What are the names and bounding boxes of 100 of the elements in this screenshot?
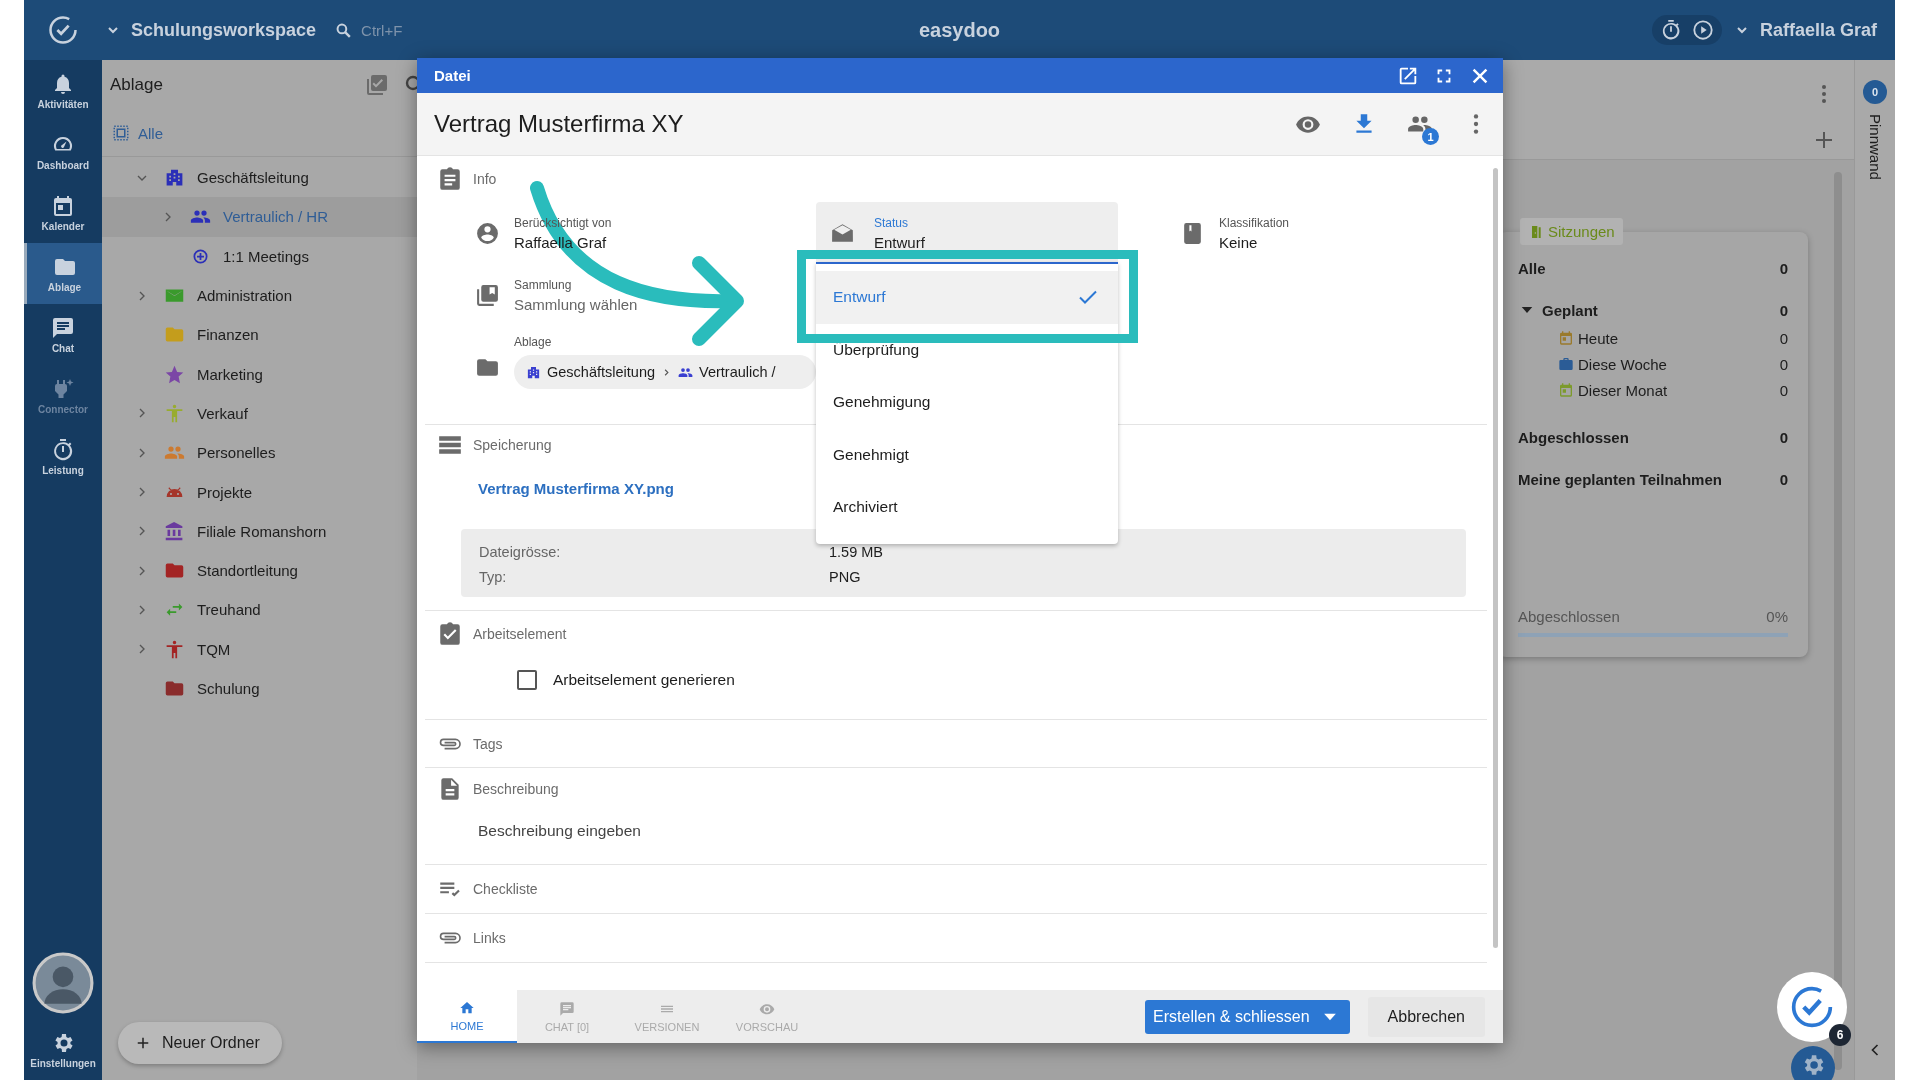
folder-name: TQM bbox=[197, 640, 231, 658]
menu-option[interactable]: Genehmigung bbox=[816, 376, 1118, 429]
folder-name: Vertraulich / HR bbox=[223, 208, 329, 226]
detail-value: PNG bbox=[829, 568, 861, 585]
nav-item[interactable]: Ablage bbox=[24, 243, 102, 304]
tree-item[interactable]: Finanzen bbox=[102, 315, 417, 355]
collection-icon bbox=[475, 282, 500, 308]
folder-path-chip[interactable]: Geschäftsleitung Vertraulich / bbox=[514, 355, 816, 389]
session-filter[interactable]: Geplant bbox=[1542, 301, 1768, 319]
tree-item[interactable]: Treuhand bbox=[102, 590, 417, 630]
count-badge: 0 bbox=[1863, 80, 1887, 104]
tree-item[interactable]: TQM bbox=[102, 629, 417, 669]
description-field[interactable]: Beschreibung eingeben bbox=[478, 822, 641, 840]
bottom-tab[interactable]: HOME bbox=[417, 990, 517, 1043]
document-title: Vertrag Musterfirma XY bbox=[434, 110, 685, 138]
play-icon[interactable] bbox=[1691, 19, 1714, 41]
tree-item[interactable]: Administration bbox=[102, 275, 417, 316]
section-heading: Speicherung bbox=[473, 437, 552, 453]
menu-option[interactable]: Archiviert bbox=[816, 481, 1118, 534]
notification-badge: 6 bbox=[1829, 1024, 1851, 1046]
tree-item[interactable]: Personelles bbox=[102, 433, 417, 473]
section-heading: Checkliste bbox=[473, 881, 538, 897]
nav-item[interactable]: Dashboard bbox=[24, 121, 102, 182]
session-count: 0 bbox=[1778, 470, 1788, 488]
folder-name: Geschäftsleitung bbox=[197, 169, 309, 187]
session-filter[interactable]: Diese Woche bbox=[1578, 355, 1768, 373]
workspace-name[interactable]: Schulungsworkspace bbox=[131, 19, 317, 41]
select-all-icon[interactable] bbox=[112, 124, 130, 142]
file-link[interactable]: Vertrag Musterfirma XY.png bbox=[478, 479, 674, 497]
session-filter[interactable]: Dieser Monat bbox=[1578, 381, 1768, 399]
detail-label: Dateigrösse: bbox=[479, 543, 562, 560]
detail-value: 1.59 MB bbox=[829, 543, 883, 560]
create-and-close-button[interactable]: Erstellen & schliessen bbox=[1145, 999, 1350, 1034]
session-filter[interactable]: Alle bbox=[1518, 259, 1768, 277]
settings-button[interactable]: Einstellungen bbox=[24, 1020, 102, 1080]
field-label: Sammlung bbox=[514, 277, 573, 292]
path-label: Vertraulich / bbox=[699, 364, 776, 380]
field-label: Klassifikation bbox=[1219, 215, 1290, 230]
session-count: 0 bbox=[1778, 355, 1788, 373]
detail-label: Typ: bbox=[479, 568, 508, 585]
folder-name: Filiale Romanshorn bbox=[197, 522, 327, 540]
tree-item[interactable]: Standortleitung bbox=[102, 550, 417, 591]
chat-icon bbox=[51, 315, 75, 340]
section-heading: Arbeitselement bbox=[473, 626, 567, 642]
calendar-icon bbox=[51, 193, 75, 218]
tree-item[interactable]: Marketing bbox=[102, 354, 417, 394]
panel-title: Ablage bbox=[110, 75, 164, 95]
scrollbar[interactable] bbox=[1834, 172, 1842, 1070]
section-heading: Beschreibung bbox=[473, 781, 559, 797]
avatar[interactable] bbox=[32, 952, 94, 1014]
collection-field[interactable]: Sammlung wählen bbox=[514, 295, 638, 313]
tree-item[interactable]: Verkauf bbox=[102, 393, 417, 434]
session-filter[interactable]: Heute bbox=[1578, 329, 1768, 347]
session-count: 0 bbox=[1778, 259, 1788, 277]
checkbox-label[interactable]: Arbeitselement generieren bbox=[553, 671, 735, 689]
folder-name: Standortleitung bbox=[197, 562, 298, 580]
menu-option[interactable]: Entwurf bbox=[816, 271, 1118, 324]
new-folder-button[interactable]: Neuer Ordner bbox=[118, 1022, 282, 1064]
session-filter[interactable]: Abgeschlossen bbox=[1518, 428, 1768, 446]
session-count: 0 bbox=[1778, 301, 1788, 319]
check-circle-icon bbox=[1790, 985, 1834, 1029]
account-icon bbox=[475, 220, 500, 246]
session-filter[interactable]: Meine geplanten Teilnahmen bbox=[1518, 470, 1768, 488]
section-heading: Info bbox=[473, 171, 497, 187]
tree-item[interactable]: Projekte bbox=[102, 472, 417, 512]
nav-item[interactable]: Chat bbox=[24, 304, 102, 365]
session-count: 0 bbox=[1778, 329, 1788, 347]
settings-fab[interactable] bbox=[1791, 1046, 1835, 1080]
home-icon bbox=[459, 999, 475, 1016]
stopwatch-icon bbox=[51, 437, 75, 462]
logo-icon[interactable] bbox=[48, 15, 78, 45]
progress-reading: 0% bbox=[1766, 608, 1788, 625]
nav-item[interactable]: Leistung bbox=[24, 426, 102, 487]
folder-name: Personelles bbox=[197, 444, 276, 462]
user-name[interactable]: Raffaella Graf bbox=[1759, 19, 1877, 41]
building-icon bbox=[526, 364, 541, 380]
search-shortcut: Ctrl+F bbox=[361, 21, 403, 39]
tree-item[interactable]: Geschäftsleitung bbox=[102, 158, 417, 198]
dialog-title: Datei bbox=[434, 67, 472, 84]
nav-item[interactable]: Aktivitäten bbox=[24, 60, 102, 121]
tree-item[interactable]: Schulung bbox=[102, 668, 417, 709]
progress-label: Abgeschlossen bbox=[1518, 608, 1620, 625]
tree-item[interactable]: 1:1 Meetings bbox=[102, 236, 417, 276]
app-title: easydoo bbox=[918, 18, 1001, 42]
menu-option[interactable]: Überprüfung bbox=[816, 323, 1118, 376]
field-value: Keine bbox=[1219, 233, 1259, 251]
clipboard-icon bbox=[437, 166, 463, 192]
menu-option[interactable]: Genehmigt bbox=[816, 428, 1118, 481]
share-count-badge: 1 bbox=[1422, 128, 1439, 145]
cancel-button[interactable]: Abbrechen bbox=[1367, 996, 1485, 1037]
folder-name: Verkauf bbox=[197, 404, 248, 422]
nav-item[interactable]: Kalender bbox=[24, 182, 102, 243]
board-tab[interactable]: Pinnwand bbox=[1866, 114, 1884, 180]
folder-name: Treuhand bbox=[197, 601, 261, 619]
checkbox[interactable] bbox=[517, 670, 537, 690]
folder-name: Finanzen bbox=[197, 326, 259, 344]
chat-icon bbox=[559, 1000, 575, 1017]
clipboard-check-icon bbox=[437, 621, 463, 647]
tree-item[interactable]: Filiale Romanshorn bbox=[102, 511, 417, 551]
timer-controls[interactable] bbox=[1651, 15, 1722, 45]
